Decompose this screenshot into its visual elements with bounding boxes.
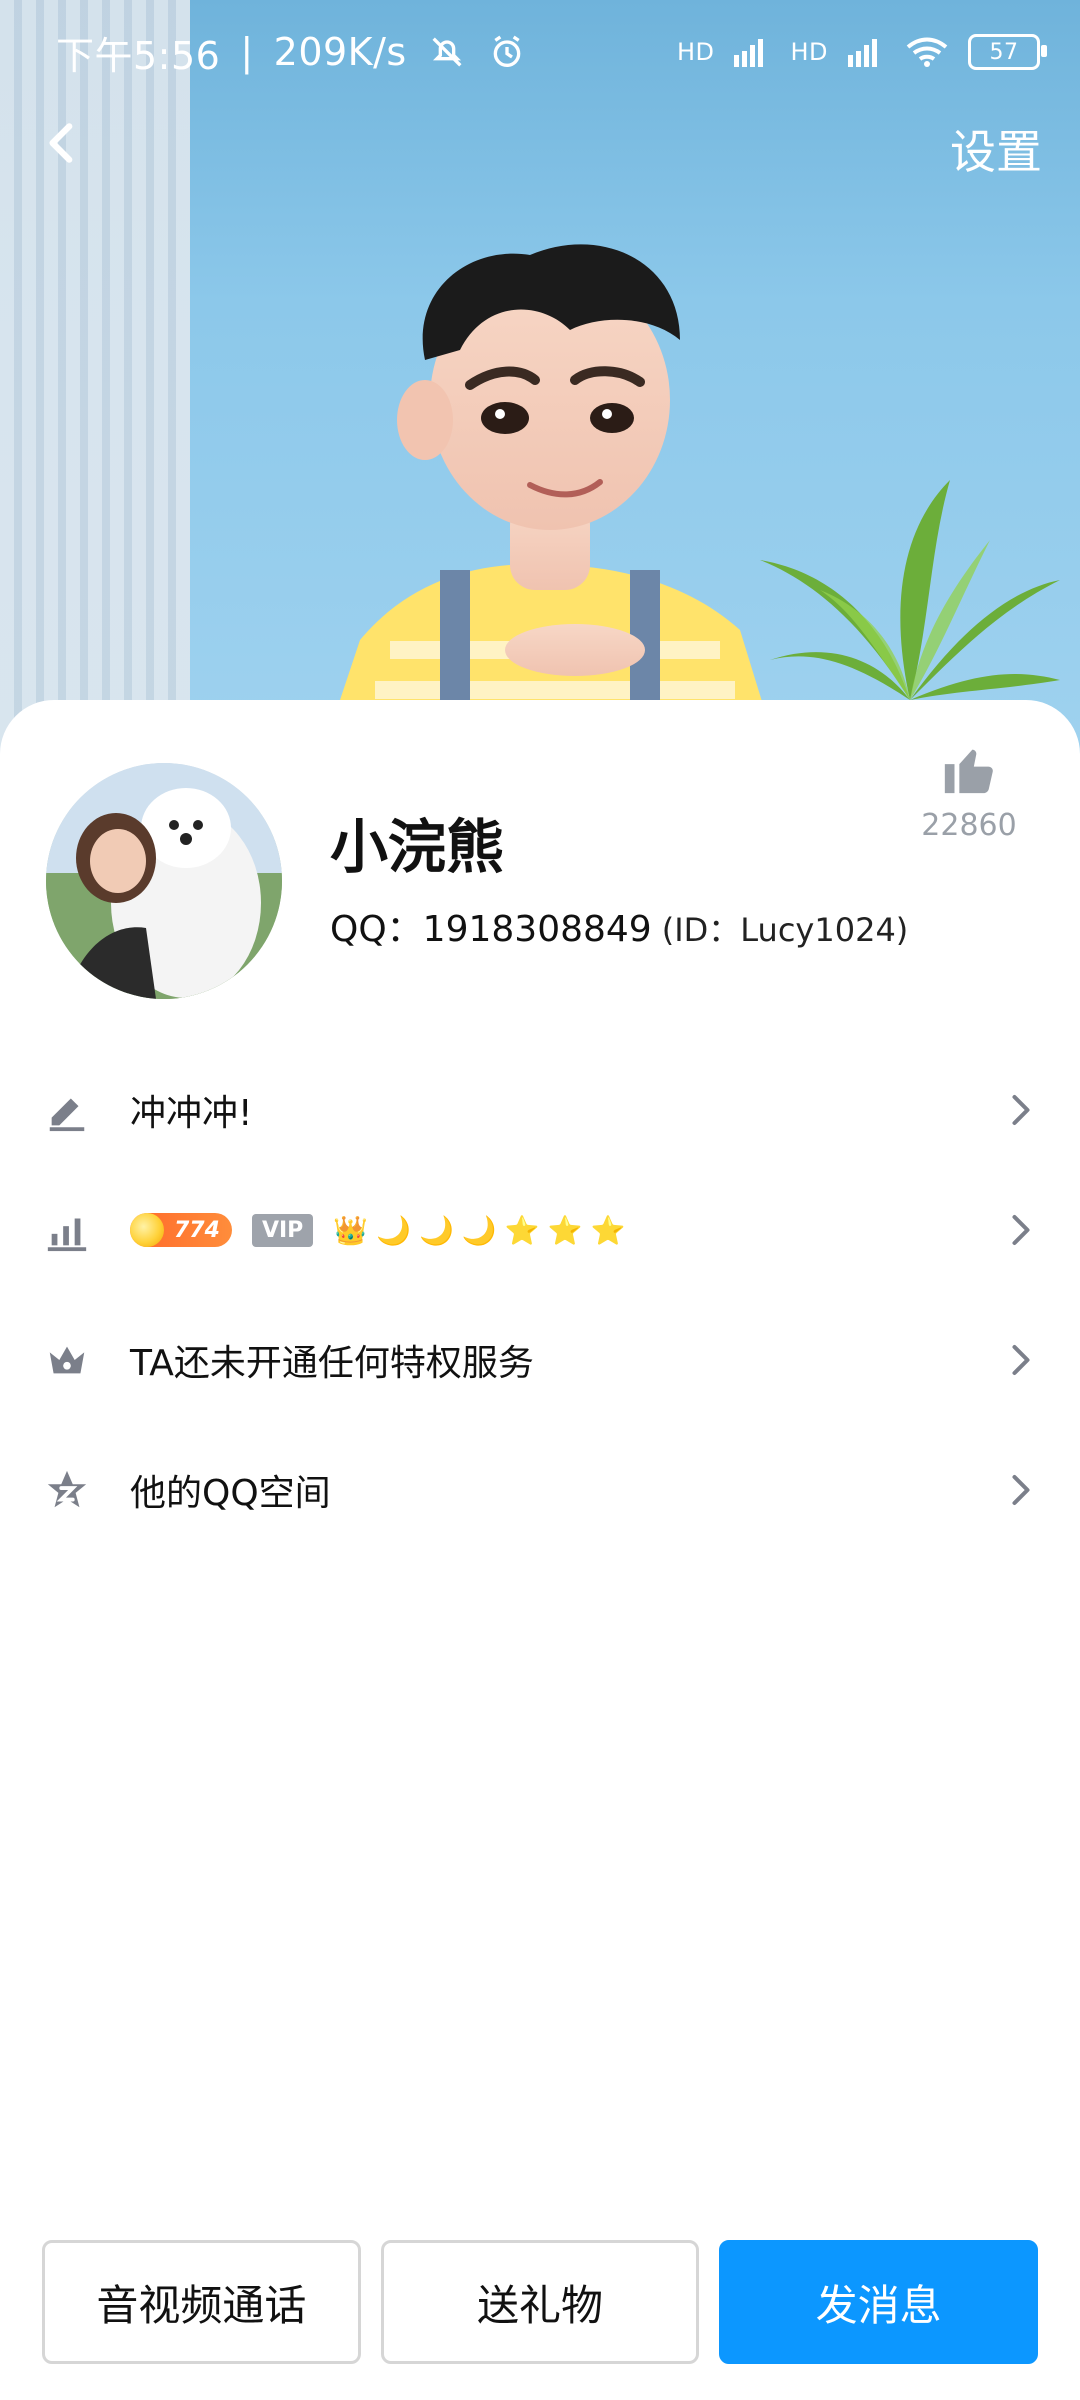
like-count: 22860: [921, 808, 1017, 843]
signature-row[interactable]: 冲冲冲!: [0, 1050, 1080, 1170]
star-icon: ⭐: [590, 1213, 626, 1247]
edit-icon: [49, 1098, 85, 1132]
qzone-star-icon: [47, 1470, 87, 1508]
settings-button[interactable]: 设置: [950, 116, 1042, 182]
qzone-text: 他的QQ空间: [130, 1473, 331, 1514]
signal-label-1: HD: [676, 38, 715, 66]
chevron-right-icon: [1012, 1474, 1030, 1506]
curtain-decoration: [0, 0, 190, 760]
battery-level: 57: [989, 39, 1019, 65]
star-icon: ⭐: [547, 1213, 583, 1247]
profile-card: 小浣熊 QQ：1918308849 (ID：Lucy1024) 22860 冲冲冲…: [0, 700, 1080, 2400]
moon-icon: 🌙: [419, 1213, 454, 1247]
battery-icon: 57: [968, 34, 1047, 70]
moon-icon: 🌙: [376, 1213, 412, 1247]
level-chart-icon: [47, 1218, 87, 1252]
bottom-actions: 音视频通话 送礼物 发消息: [42, 2240, 1039, 2364]
signal-label-2: HD: [790, 38, 828, 66]
crown-icon: [49, 1346, 85, 1374]
privilege-row[interactable]: TA还未开通任何特权服务: [0, 1300, 1080, 1420]
star-icon: ⭐: [504, 1213, 540, 1247]
avatar-image: [46, 763, 282, 999]
level-badge: 774: [130, 1213, 232, 1247]
mute-bell-icon: [432, 37, 462, 67]
qq-number: QQ：1918308849 (ID：Lucy1024): [330, 900, 908, 952]
chevron-right-icon: [1012, 1344, 1030, 1376]
send-message-button[interactable]: 发消息: [719, 2240, 1039, 2364]
moon-icon: 🌙: [461, 1213, 497, 1247]
status-divider: |: [240, 30, 254, 74]
signal-icon: [734, 39, 764, 67]
qq-id: (ID：Lucy1024): [661, 911, 909, 949]
chevron-right-icon: [1012, 1214, 1030, 1246]
coin-icon: [130, 1213, 164, 1247]
status-network-speed: 209K/s: [273, 30, 407, 74]
avatar[interactable]: [46, 763, 282, 999]
wifi-icon: [906, 37, 948, 67]
send-gift-button[interactable]: 送礼物: [380, 2240, 700, 2364]
signal-icon: [848, 39, 877, 67]
profile-name: 小浣熊: [330, 813, 505, 881]
profile-cover-image: [0, 0, 1080, 760]
qq-label: QQ：1918308849: [330, 909, 652, 950]
alarm-icon: [493, 35, 521, 67]
level-icons: 👑 🌙 🌙 🌙 ⭐ ⭐ ⭐: [333, 1214, 625, 1247]
signature-text: 冲冲冲!: [130, 1093, 253, 1134]
plant-image: [760, 480, 1060, 700]
level-badges: 774 VIP 👑 🌙 🌙 🌙 ⭐ ⭐ ⭐: [130, 1213, 625, 1247]
like-button[interactable]: 22860: [904, 740, 1034, 843]
vip-badge: VIP: [251, 1213, 314, 1247]
chevron-right-icon: [1012, 1094, 1030, 1126]
video-call-button[interactable]: 音视频通话: [42, 2240, 361, 2364]
privilege-text: TA还未开通任何特权服务: [130, 1343, 534, 1384]
status-time: 下午5:56: [56, 33, 221, 78]
level-number: 774: [174, 1217, 220, 1243]
status-bar: 下午5:56 | 209K/s HD HD 57: [56, 20, 1047, 84]
qzone-row[interactable]: 他的QQ空间: [0, 1430, 1080, 1550]
3d-avatar-image: [320, 244, 780, 760]
crown-icon: 👑: [333, 1213, 369, 1247]
level-row[interactable]: 774 VIP 👑 🌙 🌙 🌙 ⭐ ⭐ ⭐: [0, 1170, 1080, 1290]
back-chevron-icon[interactable]: [38, 118, 88, 168]
thumbs-up-icon: [944, 749, 993, 794]
